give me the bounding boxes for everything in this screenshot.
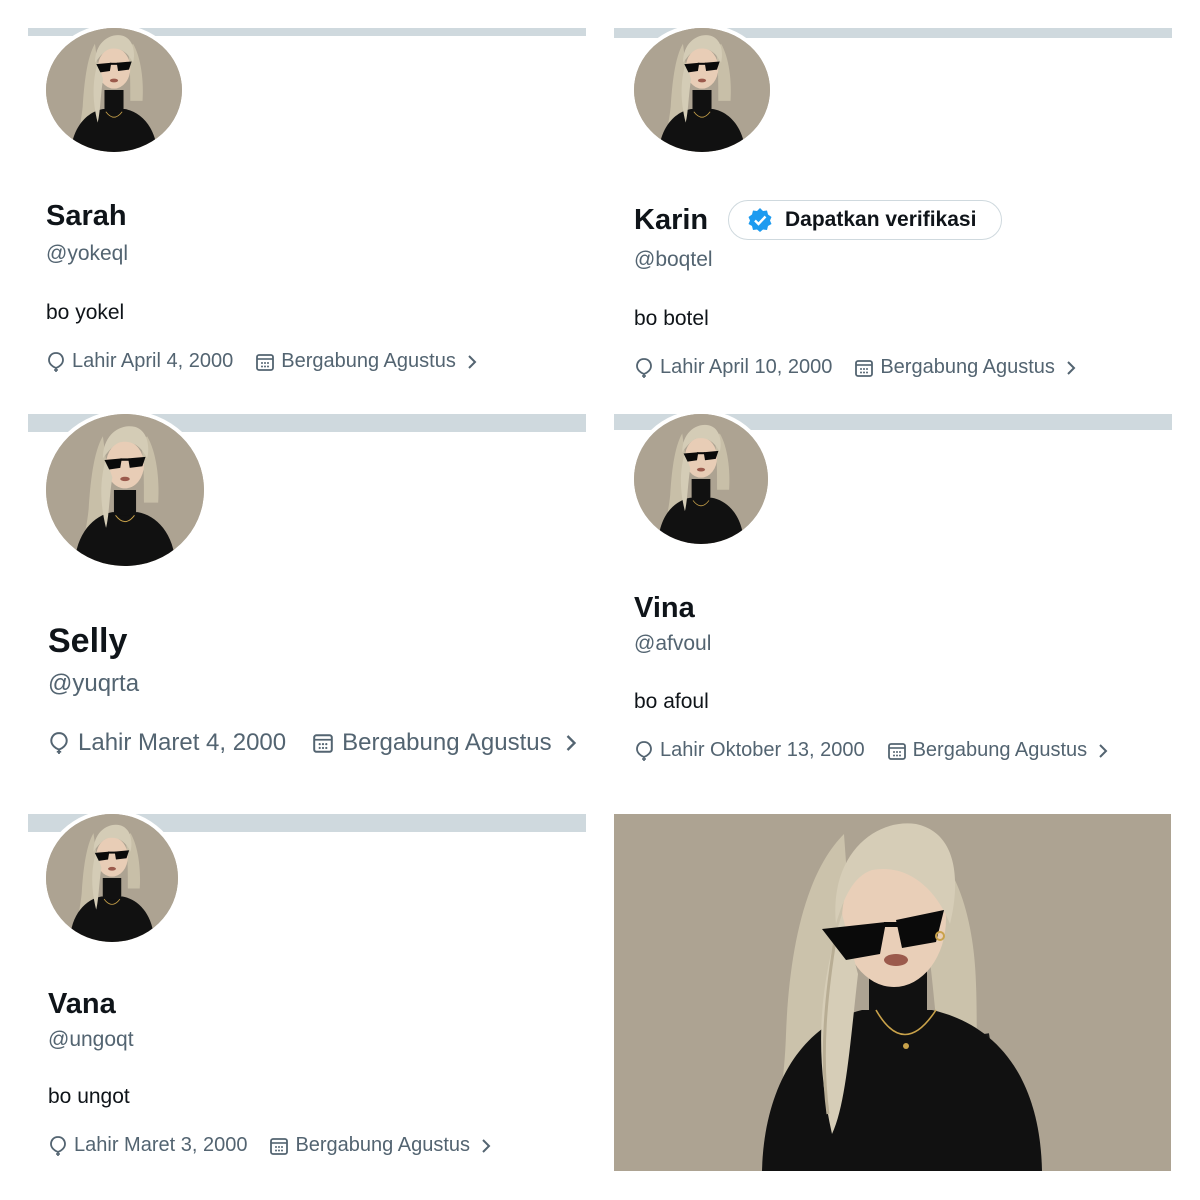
bio-text: bo yokel [46, 301, 125, 324]
profile-meta: Lahir April 10, 2000 Bergabung Agustus [634, 356, 1077, 379]
profile-card-sarah: Sarah @yokeql bo yokel Lahir April 4, 20… [28, 24, 586, 400]
avatar[interactable] [42, 410, 208, 570]
verified-badge-icon [747, 207, 773, 233]
profile-meta: Lahir Maret 4, 2000 Bergabung Agustus [48, 729, 578, 757]
user-handle: @boqtel [634, 248, 713, 271]
birthdate: Lahir April 4, 2000 [46, 350, 233, 373]
balloon-icon [48, 1135, 68, 1157]
avatar[interactable] [630, 24, 774, 156]
join-date[interactable]: Bergabung Agustus [887, 739, 1110, 762]
display-name: Vana [48, 988, 116, 1020]
avatar[interactable] [630, 410, 772, 548]
join-date[interactable]: Bergabung Agustus [269, 1134, 492, 1157]
calendar-icon [887, 741, 907, 761]
calendar-icon [269, 1136, 289, 1156]
user-handle: @afvoul [634, 632, 712, 655]
avatar[interactable] [42, 24, 186, 156]
profile-meta: Lahir Oktober 13, 2000 Bergabung Agustus [634, 739, 1109, 762]
balloon-icon [48, 730, 70, 756]
chevron-right-icon[interactable] [1097, 741, 1109, 761]
birthdate: Lahir Maret 4, 2000 [48, 729, 286, 757]
profile-meta: Lahir Maret 3, 2000 Bergabung Agustus [48, 1134, 492, 1157]
birthdate: Lahir Oktober 13, 2000 [634, 739, 865, 762]
display-name: Karin [634, 204, 709, 236]
display-name: Sarah [46, 200, 127, 232]
user-handle: @ungoqt [48, 1028, 134, 1051]
bio-text: bo afoul [634, 690, 709, 713]
join-date[interactable]: Bergabung Agustus [854, 356, 1077, 379]
birthdate: Lahir Maret 3, 2000 [48, 1134, 247, 1157]
balloon-icon [46, 351, 66, 373]
join-date[interactable]: Bergabung Agustus [312, 729, 578, 757]
display-name: Vina [634, 592, 695, 624]
profile-meta: Lahir April 4, 2000 Bergabung Agustus [46, 350, 478, 373]
calendar-icon [255, 352, 275, 372]
chevron-right-icon[interactable] [466, 352, 478, 372]
balloon-icon [634, 357, 654, 379]
user-handle: @yuqrta [48, 670, 140, 697]
profile-card-selly: Selly @yuqrta Lahir Maret 4, 2000 Bergab… [28, 410, 586, 794]
balloon-icon [634, 740, 654, 762]
chevron-right-icon[interactable] [564, 731, 578, 755]
profile-photo-large [614, 814, 1171, 1171]
profile-card-karin: Karin Dapatkan verifikasi @boqtel bo bot… [614, 24, 1172, 400]
avatar[interactable] [42, 810, 182, 946]
profile-card-vana: Vana @ungoqt bo ungot Lahir Maret 3, 200… [28, 810, 586, 1184]
display-name: Selly [48, 622, 128, 660]
user-handle: @yokeql [46, 242, 129, 265]
calendar-icon [854, 358, 874, 378]
bio-text: bo ungot [48, 1085, 130, 1108]
calendar-icon [312, 732, 334, 754]
chevron-right-icon[interactable] [480, 1136, 492, 1156]
birthdate: Lahir April 10, 2000 [634, 356, 832, 379]
bio-text: bo botel [634, 307, 709, 330]
profile-card-vina: Vina @afvoul bo afoul Lahir Oktober 13, … [614, 410, 1172, 794]
join-date[interactable]: Bergabung Agustus [255, 350, 478, 373]
chevron-right-icon[interactable] [1065, 358, 1077, 378]
get-verified-button[interactable]: Dapatkan verifikasi [728, 200, 1002, 240]
